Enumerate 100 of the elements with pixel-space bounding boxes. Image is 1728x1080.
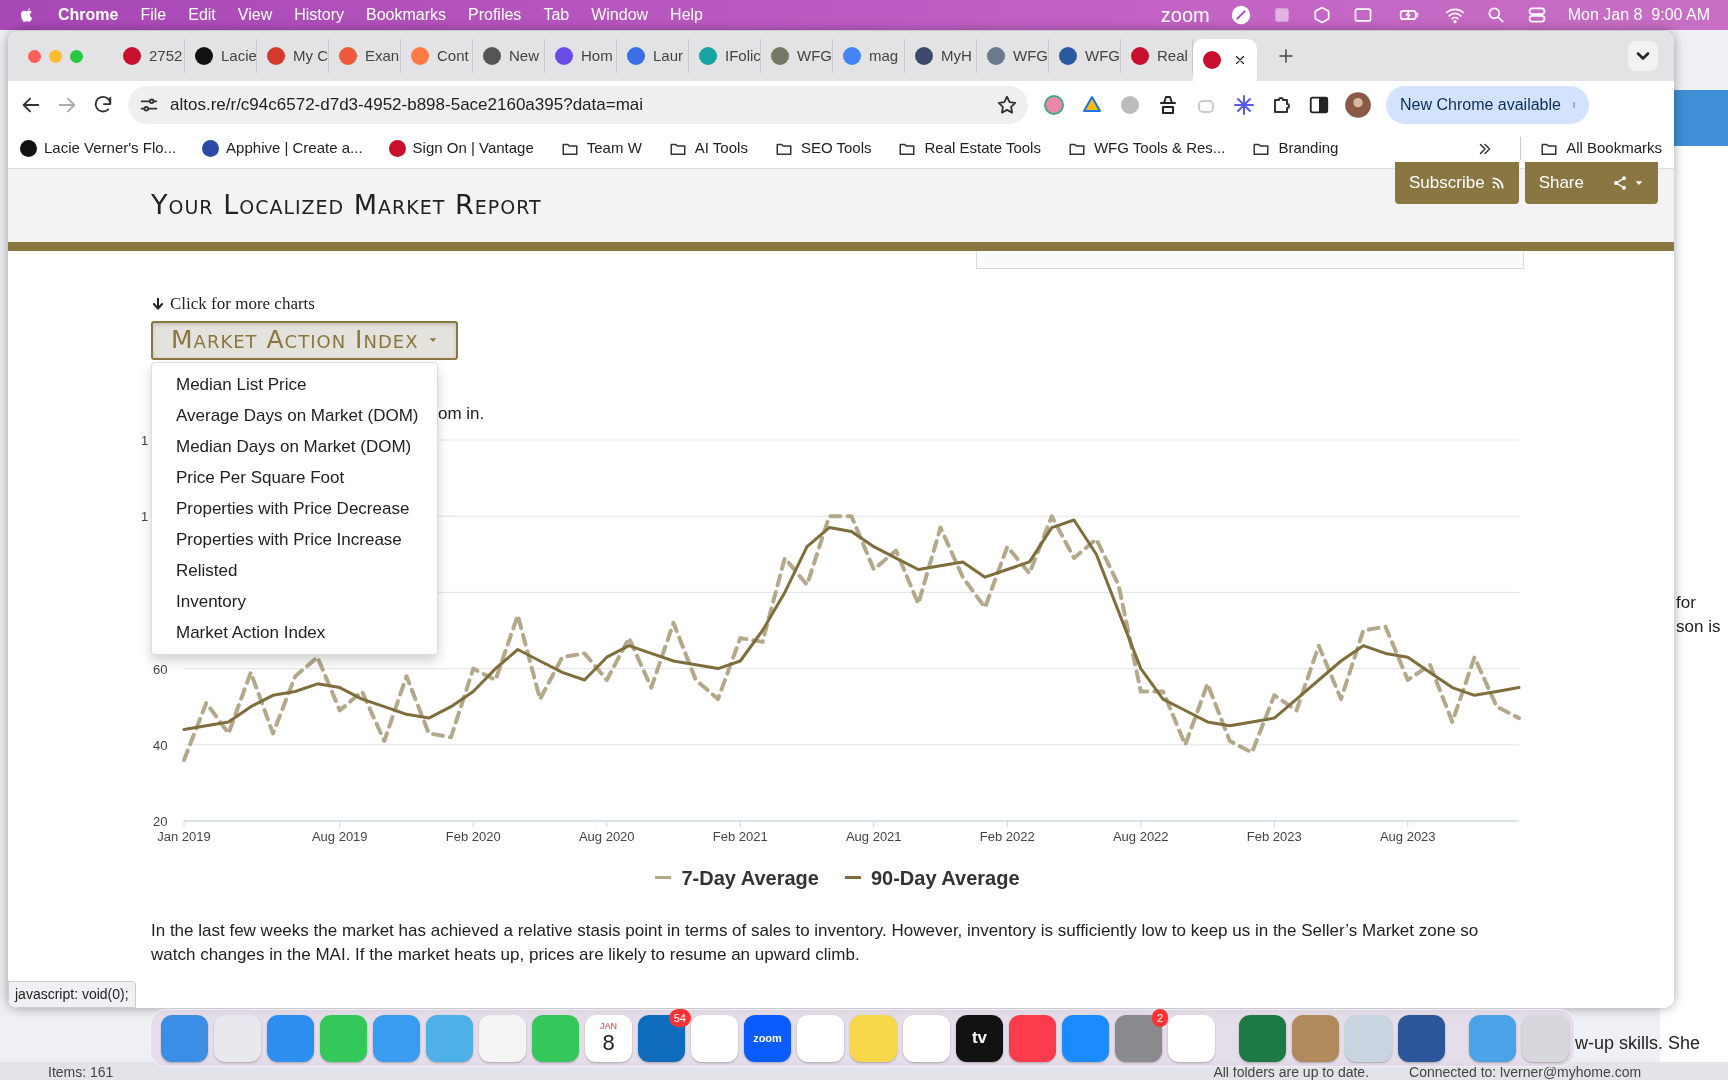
address-bar[interactable]: altos.re/r/c94c6572-d7d3-4952-b898-5ace2160a395?data=mai (128, 86, 1028, 124)
app-icon[interactable] (267, 1014, 314, 1062)
app-icon[interactable] (1062, 1014, 1109, 1062)
header-button[interactable]: Subscribe (1395, 162, 1519, 204)
window-control[interactable] (28, 49, 41, 63)
bookmark[interactable]: Team W (559, 137, 642, 160)
browser-tab[interactable]: WFG (1049, 39, 1121, 73)
axis-label: Aug 2022 (1112, 828, 1169, 844)
window-control[interactable] (70, 49, 83, 63)
browser-tab[interactable]: MyH (905, 39, 977, 73)
browser-tab[interactable]: My C (257, 39, 329, 73)
browser-tab[interactable]: Exan (329, 39, 401, 73)
zoom-status-item[interactable]: zoom (1160, 0, 1210, 30)
axis-label: Feb 2022 (979, 828, 1035, 844)
menu-item[interactable]: Help (670, 3, 703, 27)
app-icon[interactable]: JAN 8 (585, 1014, 632, 1062)
legend-item[interactable]: 90-Day Average (844, 862, 1020, 893)
menu-item[interactable]: Edit (188, 3, 216, 27)
browser-tab[interactable]: mag (833, 39, 905, 73)
app-label: zoom (753, 1030, 782, 1046)
body-text: w-up skills. She (1575, 1033, 1701, 1053)
bookmark[interactable]: Lacie Verner's Flo... (20, 137, 177, 160)
menu-item[interactable]: Window (591, 3, 649, 27)
legend-item[interactable]: 7-Day Average (655, 862, 819, 893)
bookmark[interactable]: AI Tools (667, 137, 748, 160)
browser-tab[interactable]: Cont (401, 39, 473, 73)
menu-item[interactable]: Profiles (468, 3, 522, 27)
axis-label: Feb 2023 (1246, 828, 1302, 844)
app-icon[interactable] (638, 1014, 685, 1062)
app-menu-title[interactable]: Chrome (58, 3, 119, 27)
axis-label: Aug 2019 (311, 828, 368, 844)
bookmark[interactable]: Real Estate Tools (897, 137, 1041, 160)
menu-item[interactable]: Average Days on Market (DOM) (152, 399, 437, 431)
calendar-day: 8 (602, 1031, 615, 1055)
browser-tab[interactable]: WFG (761, 39, 833, 73)
axis-label: Jan 2019 (157, 828, 211, 844)
menu-item[interactable]: Tab (543, 3, 570, 27)
app-icon[interactable]: zoom (744, 1014, 791, 1062)
browser-tab[interactable]: IFolic (689, 39, 761, 73)
browser-tab[interactable]: Hom (545, 39, 617, 73)
browser-tab[interactable] (1193, 39, 1257, 81)
browser-tab[interactable]: Lacie (185, 39, 257, 73)
status-text: All folders are up to date. (1213, 1063, 1370, 1080)
bookmark[interactable]: Apphive | Create a... (202, 137, 363, 160)
menu-item[interactable]: Median Days on Market (DOM) (152, 430, 437, 462)
bookmark[interactable]: WFG Tools & Res... (1066, 137, 1226, 160)
menu-bar-clock: Mon Jan 8 9:00 AM (1567, 5, 1710, 25)
close-icon[interactable] (1233, 53, 1247, 67)
caret-icon (428, 335, 439, 345)
menu-item[interactable]: Median List Price (152, 368, 437, 400)
menu-item[interactable]: Properties with Price Increase (152, 523, 437, 555)
axis-label: 40 (153, 737, 168, 753)
update-button[interactable]: New Chrome available (1386, 86, 1589, 124)
menu-item[interactable]: Properties with Price Decrease (152, 492, 437, 524)
app-icon[interactable] (1115, 1014, 1162, 1062)
caret-icon (1634, 178, 1644, 188)
notification-badge: 54 (668, 1008, 691, 1027)
legend-swatch-icon (655, 876, 672, 879)
app-icon[interactable] (1009, 1014, 1056, 1062)
share-icon (1612, 175, 1628, 191)
color-wheel-icon[interactable] (1042, 93, 1066, 117)
bookmark[interactable]: SEO Tools (773, 137, 872, 160)
app-icon[interactable]: tv (956, 1014, 1003, 1062)
body-text: om in. (438, 402, 486, 423)
browser-tab[interactable]: 2752 (113, 39, 185, 73)
summary-paragraph: In the last few weeks the market has achieved a relative stasis point in terms of sales to inventory. However, inventory is sufficiently low to keep us in the Seller’s Market zone so watch changes in the MAI. If the market heats up, prices are likely to resume an upward climb. (151, 919, 1480, 966)
app-icon[interactable] (1398, 1014, 1445, 1062)
menu-item[interactable]: Market Action Index (152, 616, 437, 648)
app-icon[interactable] (161, 1014, 208, 1062)
sunburst-icon[interactable] (1232, 93, 1256, 117)
calendar-month: JAN (600, 1021, 617, 1031)
menu-item[interactable]: Bookmarks (366, 3, 446, 27)
menu-item[interactable]: View (237, 3, 273, 27)
menu-item[interactable]: History (294, 3, 344, 27)
axis-label: Aug 2023 (1379, 828, 1436, 844)
body-text: son is (1676, 616, 1721, 638)
side-panel-icon[interactable] (1308, 94, 1330, 116)
menu-item[interactable]: File (140, 3, 167, 27)
browser-tab[interactable]: Laur (617, 39, 689, 73)
app-label: tv (971, 1027, 988, 1050)
bookmark[interactable]: All Bookmarks (1520, 137, 1662, 160)
bookmark[interactable]: Branding (1251, 137, 1339, 160)
chart-hint: Click for more charts (170, 293, 315, 315)
menu-item[interactable]: Inventory (152, 585, 437, 617)
axis-label: 20 (153, 813, 168, 829)
profile-avatar-icon[interactable] (1344, 91, 1372, 119)
browser-tab[interactable]: Real (1121, 39, 1193, 73)
menu-item[interactable]: Price Per Square Foot (152, 461, 437, 493)
app-icon[interactable] (1292, 1014, 1339, 1062)
app-icon[interactable] (1239, 1014, 1286, 1062)
menu-item[interactable]: Relisted (152, 554, 437, 586)
bookmark[interactable]: Sign On | Vantage (388, 137, 534, 160)
tab-search-icon[interactable] (1628, 41, 1658, 71)
status-text: Items: 161 (48, 1063, 114, 1080)
new-tab-icon[interactable] (1277, 47, 1295, 65)
browser-tab[interactable]: New (473, 39, 545, 73)
axis-label: Aug 2021 (845, 828, 902, 844)
star-icon[interactable] (996, 94, 1018, 116)
browser-tab[interactable]: WFG (977, 39, 1049, 73)
header-button[interactable]: Share (1524, 162, 1658, 204)
